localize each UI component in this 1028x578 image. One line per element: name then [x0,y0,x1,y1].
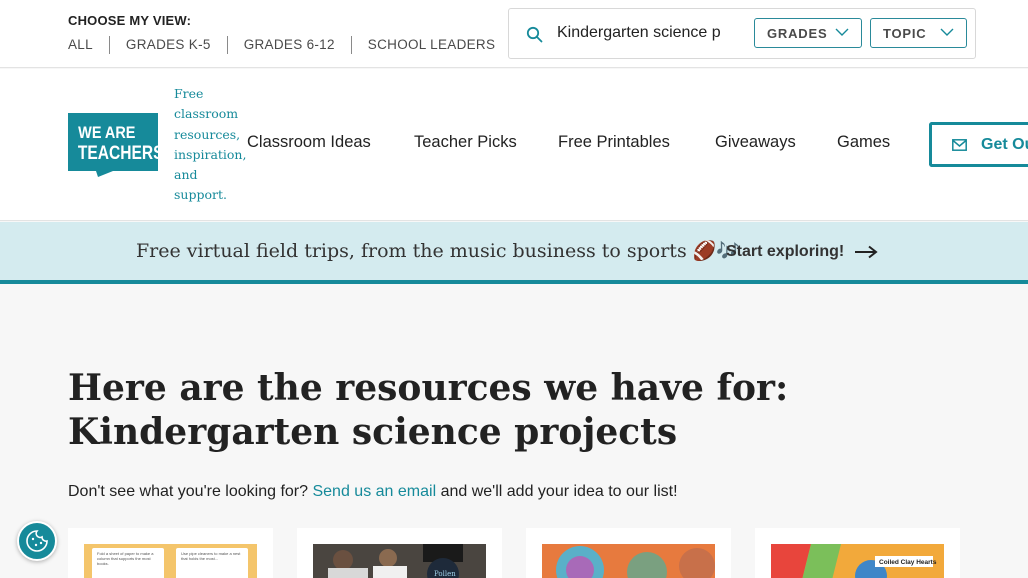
nav-classroom-ideas[interactable]: Classroom Ideas [247,133,371,152]
search-input[interactable] [557,21,721,45]
start-exploring-link[interactable]: Start exploring! [726,243,878,261]
view-link-grades-k5[interactable]: GRADES K-5 [108,36,227,54]
subline-prefix: Don't see what you're looking for? [68,483,309,500]
chevron-down-icon [835,28,849,36]
card-thumbnail [542,544,715,578]
resource-card[interactable]: Coiled Clay Hearts [755,528,960,578]
card-thumbnail: Pollen [313,544,486,578]
card-paper-text: Fold a sheet of paper to make a column t… [97,551,154,566]
view-selector: ALL GRADES K-5 GRADES 6-12 SCHOOL LEADER… [68,36,511,54]
card-thumbnail: Fold a sheet of paper to make a column t… [84,544,257,578]
topic-dropdown-label: TOPIC [883,25,927,41]
newsletter-button-label: Get Our [981,135,1028,153]
page-title: Here are the resources we have for: Kind… [68,367,789,453]
resource-card[interactable]: Fold a sheet of paper to make a column t… [68,528,273,578]
resource-card[interactable]: Pollen [297,528,502,578]
search-bar: GRADES TOPIC [508,8,976,59]
arrow-right-icon [855,245,878,259]
search-icon[interactable] [526,26,543,43]
view-link-school-leaders[interactable]: SCHOOL LEADERS [350,36,512,54]
nav-teacher-picks[interactable]: Teacher Picks [414,133,517,152]
view-link-all[interactable]: ALL [68,36,109,54]
promo-banner: Free virtual field trips, from the music… [0,222,1028,284]
grades-dropdown[interactable]: GRADES [754,18,862,48]
cookie-icon [26,530,48,552]
results-subline: Don't see what you're looking for? Send … [68,483,678,501]
topic-dropdown[interactable]: TOPIC [870,18,967,48]
chevron-down-icon [940,28,954,36]
newsletter-button[interactable]: Get Our [929,122,1028,167]
resource-card[interactable] [526,528,731,578]
banner-text: Free virtual field trips, from the music… [136,239,740,262]
mail-icon [952,138,967,151]
plates-photo [542,544,715,578]
site-header: WE ARE TEACHERS Free classroom resources… [0,69,1028,221]
site-tagline: Free classroom resources, inspiration, a… [174,86,247,203]
card-label-text: Coiled Clay Hearts [879,559,937,566]
we-are-teachers-logo[interactable]: WE ARE TEACHERS [68,113,158,177]
clay-hearts-photo: Coiled Clay Hearts [771,544,944,578]
card-paper: Use pipe cleaners to make a nest that ho… [176,548,248,578]
subline-suffix: and we'll add your idea to our list! [440,483,678,500]
grades-dropdown-label: GRADES [767,25,828,41]
start-exploring-label: Start exploring! [726,243,845,260]
classroom-photo: Pollen [313,544,486,578]
view-link-grades-6-12[interactable]: GRADES 6-12 [226,36,351,54]
svg-text:TEACHERS: TEACHERS [78,142,158,164]
nav-giveaways[interactable]: Giveaways [715,133,796,152]
card-thumbnail: Coiled Clay Hearts [771,544,944,578]
card-paper-text: Use pipe cleaners to make a nest that ho… [181,551,241,561]
nav-games[interactable]: Games [837,133,890,152]
card-sign-text: Pollen [434,570,456,578]
send-email-link[interactable]: Send us an email [312,483,436,500]
banner-message: Free virtual field trips, from the music… [136,240,687,262]
card-paper: Fold a sheet of paper to make a column t… [92,548,164,578]
nav-free-printables[interactable]: Free Printables [558,133,670,152]
cookie-settings-button[interactable] [17,521,57,561]
svg-text:WE ARE: WE ARE [78,124,135,142]
top-bar: CHOOSE MY VIEW: ALL GRADES K-5 GRADES 6-… [0,0,1028,68]
view-selector-label: CHOOSE MY VIEW: [68,13,192,28]
